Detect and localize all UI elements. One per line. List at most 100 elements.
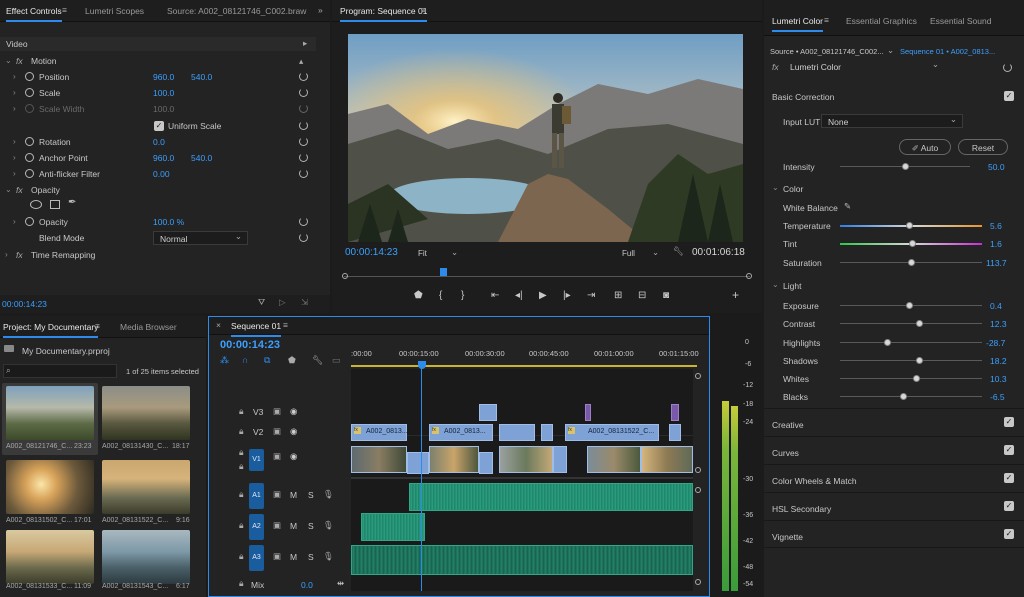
linked-selection-icon[interactable]: ⧉ xyxy=(264,355,270,366)
curves-section[interactable]: Curves ✓ xyxy=(764,436,1024,464)
extract-icon[interactable]: ⊟ xyxy=(638,290,646,301)
saturation-value[interactable]: 113.7 xyxy=(986,258,1007,268)
color-chevron-icon[interactable]: ⌄ xyxy=(772,183,779,192)
program-scrub-bar[interactable] xyxy=(342,262,752,282)
saturation-slider[interactable] xyxy=(840,259,982,266)
reset-button[interactable]: Reset xyxy=(958,139,1008,155)
video-clip-v2[interactable]: fx A002_0813... xyxy=(351,424,408,441)
position-x-value[interactable]: 960.0 xyxy=(153,72,174,82)
contrast-value[interactable]: 12.3 xyxy=(990,319,1007,329)
tab-lumetri-color[interactable]: Lumetri Color xyxy=(772,16,824,32)
video-clip-v1[interactable] xyxy=(499,446,553,473)
vertical-scroll-handle[interactable] xyxy=(695,373,701,379)
tint-value[interactable]: 1.6 xyxy=(990,239,1002,249)
video-clip-v3[interactable] xyxy=(585,404,591,421)
lift-icon[interactable]: ⊞ xyxy=(614,290,622,301)
mic-icon[interactable]: 🎙︎ xyxy=(323,551,334,562)
project-item[interactable]: A002_08131543_C... 6:17 xyxy=(100,527,196,597)
reset-icon[interactable] xyxy=(299,233,308,242)
mic-icon[interactable]: 🎙︎ xyxy=(323,520,334,531)
panel-menu-icon[interactable]: ≡ xyxy=(824,15,829,25)
auto-button[interactable]: ✐ Auto xyxy=(899,139,951,155)
scale-value[interactable]: 100.0 xyxy=(153,88,174,98)
sequence-clip-label[interactable]: Sequence 01 • A002_0813... xyxy=(900,47,995,56)
opacity-value[interactable]: 100.0 % xyxy=(153,217,184,227)
anchor-y-value[interactable]: 540.0 xyxy=(191,153,212,163)
lock-icon[interactable]: 🔒︎ xyxy=(239,461,244,472)
pen-mask-icon[interactable]: ✒ xyxy=(68,197,76,208)
video-clip-v1[interactable] xyxy=(553,446,567,473)
expand-chevron-icon[interactable]: ⌄ xyxy=(5,185,12,194)
sync-icon[interactable]: ▣ xyxy=(273,489,281,500)
tab-lumetri-scopes[interactable]: Lumetri Scopes xyxy=(85,6,144,16)
mark-in-icon[interactable]: { xyxy=(439,290,442,301)
blacks-value[interactable]: -6.5 xyxy=(990,392,1005,402)
panel-menu-icon[interactable]: ≡ xyxy=(421,5,426,15)
input-lut-select[interactable]: None xyxy=(821,114,963,128)
expand-chevron-icon[interactable]: › xyxy=(13,169,16,178)
whites-value[interactable]: 10.3 xyxy=(990,374,1007,384)
mix-nav-icon[interactable]: ⇹ xyxy=(337,578,344,589)
magnet-icon[interactable]: ∩ xyxy=(242,355,248,365)
reset-icon[interactable] xyxy=(299,153,308,162)
step-forward-icon[interactable]: |▸ xyxy=(563,290,571,301)
eyedropper-icon[interactable]: ✎ xyxy=(844,201,851,212)
project-item[interactable]: A002_08131533_C... 11:09 xyxy=(2,527,98,597)
audio-clip-a3[interactable] xyxy=(351,545,693,575)
playhead-line[interactable] xyxy=(421,363,422,591)
camera-icon[interactable]: ◙ xyxy=(663,290,669,301)
project-item[interactable]: A002_08131430_C... 18:17 xyxy=(100,383,196,455)
creative-checkbox[interactable]: ✓ xyxy=(1004,417,1014,427)
expand-chevron-icon[interactable]: › xyxy=(13,217,16,226)
eye-icon[interactable]: ◉ xyxy=(290,406,297,417)
scrub-start-handle[interactable] xyxy=(342,273,348,279)
snap-icon[interactable]: ⁂ xyxy=(220,355,229,366)
effect-controls-timecode[interactable]: 00:00:14:23 xyxy=(2,299,47,309)
panel-menu-icon[interactable]: ≡ xyxy=(62,5,67,15)
hsl-secondary-section[interactable]: HSL Secondary ✓ xyxy=(764,492,1024,520)
whites-slider[interactable] xyxy=(840,375,982,382)
whites-knob[interactable] xyxy=(913,375,920,382)
stopwatch-icon[interactable] xyxy=(25,72,34,81)
source-chevron-icon[interactable]: ⌄ xyxy=(887,45,894,56)
sync-icon[interactable]: ▣ xyxy=(273,451,281,462)
tab-effect-controls[interactable]: Effect Controls xyxy=(6,6,62,22)
shadows-knob[interactable] xyxy=(916,357,923,364)
tab-program[interactable]: Program: Sequence 01 xyxy=(340,6,428,22)
playhead-marker[interactable] xyxy=(418,361,426,369)
exposure-knob[interactable] xyxy=(906,302,913,309)
expand-chevron-icon[interactable]: › xyxy=(13,88,16,97)
fit-select[interactable]: Fit xyxy=(418,249,427,258)
intensity-slider[interactable] xyxy=(840,163,970,170)
tab-essential-sound[interactable]: Essential Sound xyxy=(930,16,991,26)
exposure-value[interactable]: 0.4 xyxy=(990,301,1002,311)
position-y-value[interactable]: 540.0 xyxy=(191,72,212,82)
lock-icon[interactable]: 🔒︎ xyxy=(239,406,244,417)
reset-icon[interactable] xyxy=(299,104,308,113)
solo-button[interactable]: S xyxy=(308,521,314,531)
add-button-icon[interactable]: + xyxy=(732,288,739,302)
fit-chevron-icon[interactable]: ⌄ xyxy=(451,247,458,258)
expand-chevron-icon[interactable]: › xyxy=(13,153,16,162)
light-chevron-icon[interactable]: ⌄ xyxy=(772,280,779,289)
audio-clip-a1[interactable] xyxy=(409,483,693,511)
contrast-knob[interactable] xyxy=(916,320,923,327)
vertical-scroll-handle[interactable] xyxy=(695,579,701,585)
overflow-chevron-icon[interactable]: » xyxy=(318,5,323,15)
expand-chevron-icon[interactable]: ⌄ xyxy=(5,56,12,65)
wrench-icon[interactable]: 🔧︎ xyxy=(673,246,684,257)
effect-select[interactable]: Lumetri Color xyxy=(784,59,944,74)
mark-out-icon[interactable]: } xyxy=(461,290,464,301)
scrub-playhead[interactable] xyxy=(440,268,447,276)
tab-source[interactable]: Source: A002_08121746_C002.braw xyxy=(167,6,306,16)
intensity-knob[interactable] xyxy=(902,163,909,170)
lock-icon[interactable]: 🔒︎ xyxy=(239,520,244,531)
time-ruler[interactable]: :00:00 00:00:15:00 00:00:30:00 00:00:45:… xyxy=(351,345,699,367)
reset-icon[interactable] xyxy=(299,169,308,178)
hsl-secondary-checkbox[interactable]: ✓ xyxy=(1004,501,1014,511)
close-icon[interactable]: × xyxy=(216,320,221,330)
scrub-end-handle[interactable] xyxy=(746,273,752,279)
reset-icon[interactable] xyxy=(299,121,308,130)
color-wheels-section[interactable]: Color Wheels & Match ✓ xyxy=(764,464,1024,492)
video-clip-v3[interactable] xyxy=(671,404,679,421)
